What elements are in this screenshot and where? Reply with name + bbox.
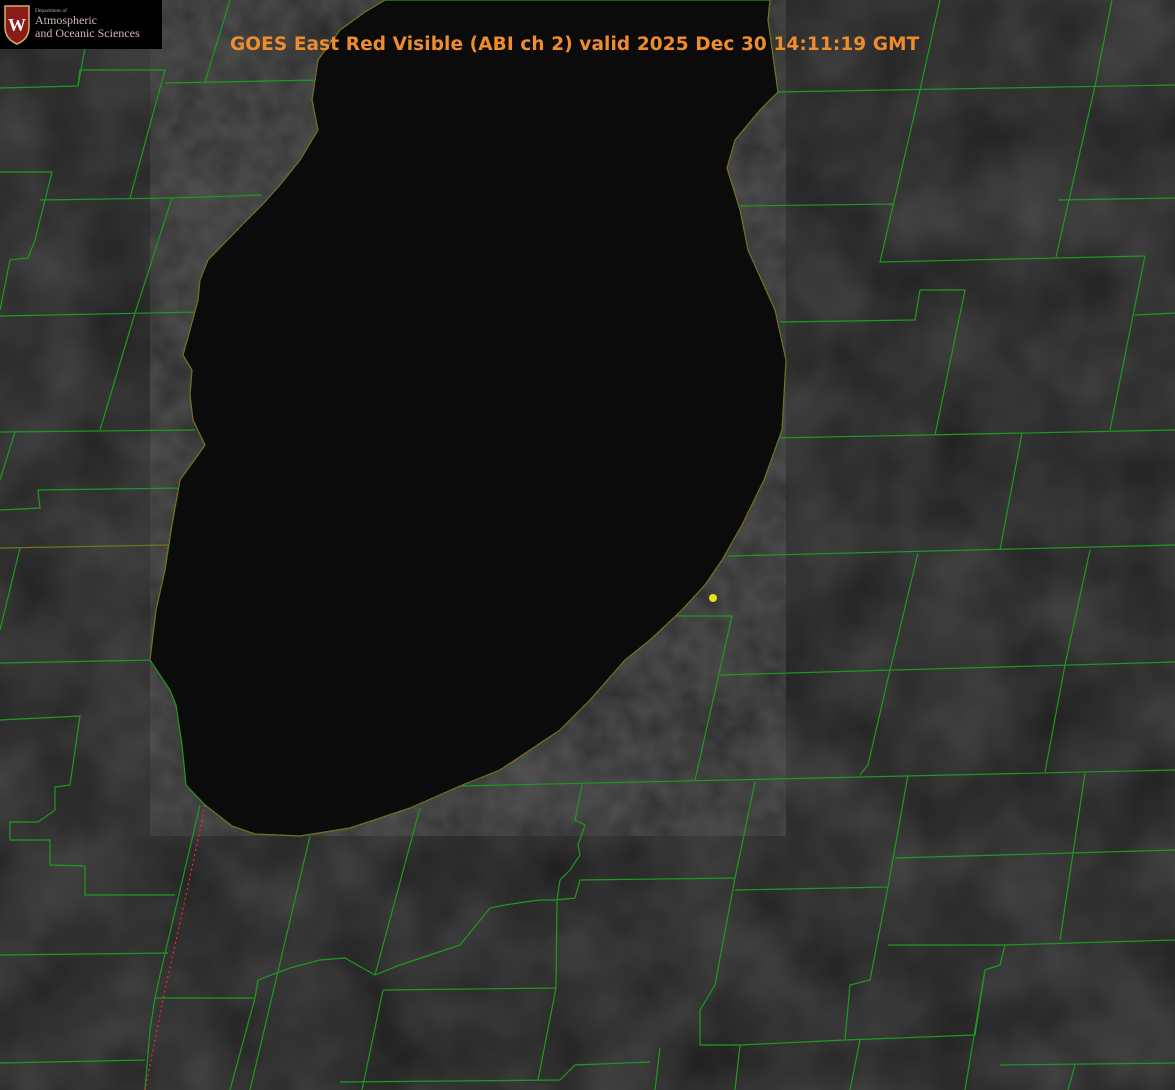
logo-line-2: and Oceanic Sciences	[35, 26, 140, 40]
uw-crest-icon: W	[4, 5, 30, 45]
aos-logo: W Department of Atmospheric and Oceanic …	[0, 0, 162, 49]
location-marker	[709, 594, 717, 602]
satellite-map	[0, 0, 1175, 1090]
crest-letter: W	[8, 15, 26, 35]
image-title: GOES East Red Visible (ABI ch 2) valid 2…	[230, 34, 920, 55]
